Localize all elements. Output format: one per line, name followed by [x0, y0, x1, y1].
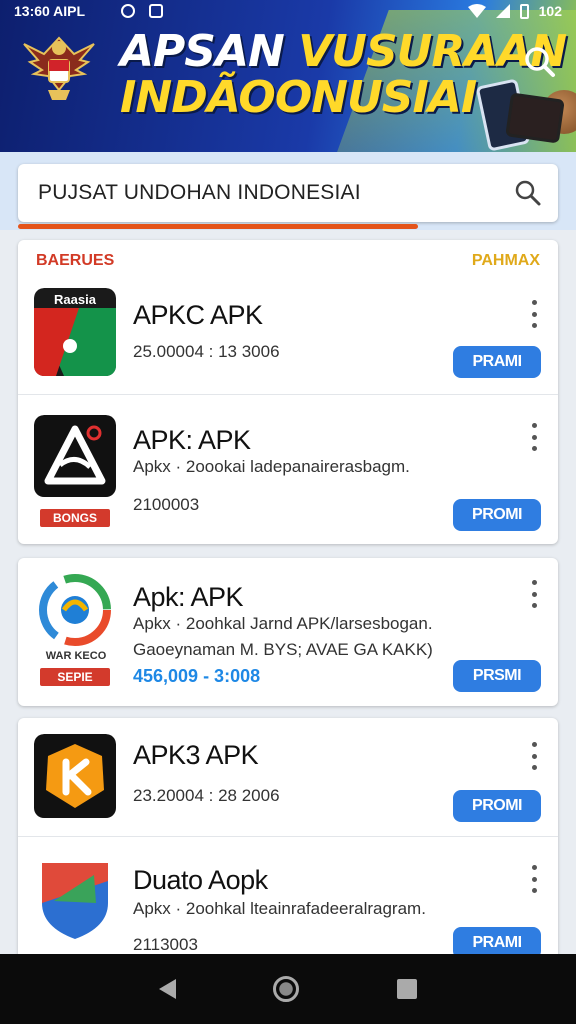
garuda-emblem-icon: [23, 36, 95, 100]
battery-level: 102: [538, 3, 562, 19]
wifi-icon: [467, 4, 486, 18]
app-tag: BONGS: [40, 509, 110, 527]
section-title[interactable]: BAERUES: [36, 252, 114, 270]
app-small-label: WAR KECO: [45, 650, 107, 662]
section-link[interactable]: PAHMAX: [472, 252, 540, 270]
app-meta: 23.20004 : 28 2006: [133, 786, 280, 805]
app-icon-k-badge[interactable]: [34, 734, 116, 822]
search-input[interactable]: PUJSAT UNDOHAN INDONESIAI: [18, 164, 558, 222]
app-meta: 2100003: [133, 495, 200, 514]
search-icon[interactable]: [520, 42, 560, 82]
header-banner: APSAN VUSURAAN INDÃOONUSIAI: [0, 0, 576, 152]
promo-button[interactable]: PRSMI: [453, 660, 541, 692]
system-navigation-bar: [0, 954, 576, 1024]
status-bar: 13:60 AIPL 102: [0, 0, 576, 22]
search-area: PUJSAT UNDOHAN INDONESIAI: [0, 152, 576, 230]
search-placeholder: PUJSAT UNDOHAN INDONESIAI: [38, 181, 361, 204]
tablet-illustration: [505, 92, 565, 144]
app-list-card: BAERUES PAHMAX Raasia APKC APK 25.00004 …: [18, 240, 558, 544]
battery-icon: [519, 3, 529, 19]
app-description: Apkx · 2oookai ladepanairerasbagm.: [133, 457, 410, 476]
gallery-notification-icon: [149, 4, 164, 18]
promo-button[interactable]: PRAMI: [453, 346, 541, 378]
app-subtitle: Gaoeynaman M. BYS; AVAE GA KAKK): [133, 640, 433, 659]
more-options-icon[interactable]: [530, 580, 538, 608]
signal-icon: [495, 4, 510, 18]
app-name: Duato Aopk: [133, 865, 268, 895]
more-options-icon[interactable]: [530, 742, 538, 770]
status-time: 13:60 AIPL: [14, 3, 86, 19]
app-icon-raasia[interactable]: Raasia: [34, 288, 116, 376]
app-name: APKC APK: [133, 300, 263, 330]
banner-title-line1: APSAN: [120, 26, 299, 77]
notification-icon: [121, 4, 136, 18]
app-name: APK3 APK: [133, 740, 259, 770]
app-meta: 25.00004 : 13 3006: [133, 342, 280, 361]
promo-button[interactable]: PROMI: [453, 790, 541, 822]
more-options-icon[interactable]: [530, 865, 538, 893]
app-tag: SEPIE: [40, 668, 110, 686]
app-icon-triangle[interactable]: [34, 415, 116, 503]
recent-apps-icon[interactable]: [397, 979, 418, 999]
back-icon[interactable]: [158, 979, 176, 999]
app-stats: 456,009 - 3:008: [133, 666, 261, 686]
promo-button[interactable]: PROMI: [453, 499, 541, 531]
list-item[interactable]: Duato Aopk Apkx · 2oohkal lteainrafadeer…: [18, 836, 558, 968]
app-list-card: APK3 APK 23.20004 : 28 2006 PROMI Duato …: [18, 718, 558, 968]
section-header: BAERUES PAHMAX: [18, 240, 558, 282]
list-item[interactable]: APK3 APK 23.20004 : 28 2006 PROMI: [18, 718, 558, 836]
app-name: Apk: APK: [133, 582, 244, 612]
list-item[interactable]: BONGS APK: APK Apkx · 2oookai ladepanair…: [18, 394, 558, 544]
app-icon-shield[interactable]: [34, 857, 116, 945]
home-icon[interactable]: [273, 976, 300, 1002]
app-icon-label: Raasia: [54, 292, 97, 307]
app-description: Apkx · 2oohkal lteainrafadeeralragram.: [133, 899, 426, 918]
more-options-icon[interactable]: [530, 423, 538, 451]
app-icon-circle-logo[interactable]: [34, 574, 116, 646]
search-icon[interactable]: [514, 179, 542, 207]
app-description: Apkx · 2oohkal Jarnd APK/larsesbogan.: [133, 614, 433, 633]
more-options-icon[interactable]: [530, 300, 538, 328]
list-item[interactable]: Raasia APKC APK 25.00004 : 13 3006 PRAMI: [18, 282, 558, 394]
app-meta: 2113003: [133, 935, 198, 954]
app-card[interactable]: WAR KECO SEPIE Apk: APK Apkx · 2oohkal J…: [18, 558, 558, 706]
app-name: APK: APK: [133, 425, 251, 455]
